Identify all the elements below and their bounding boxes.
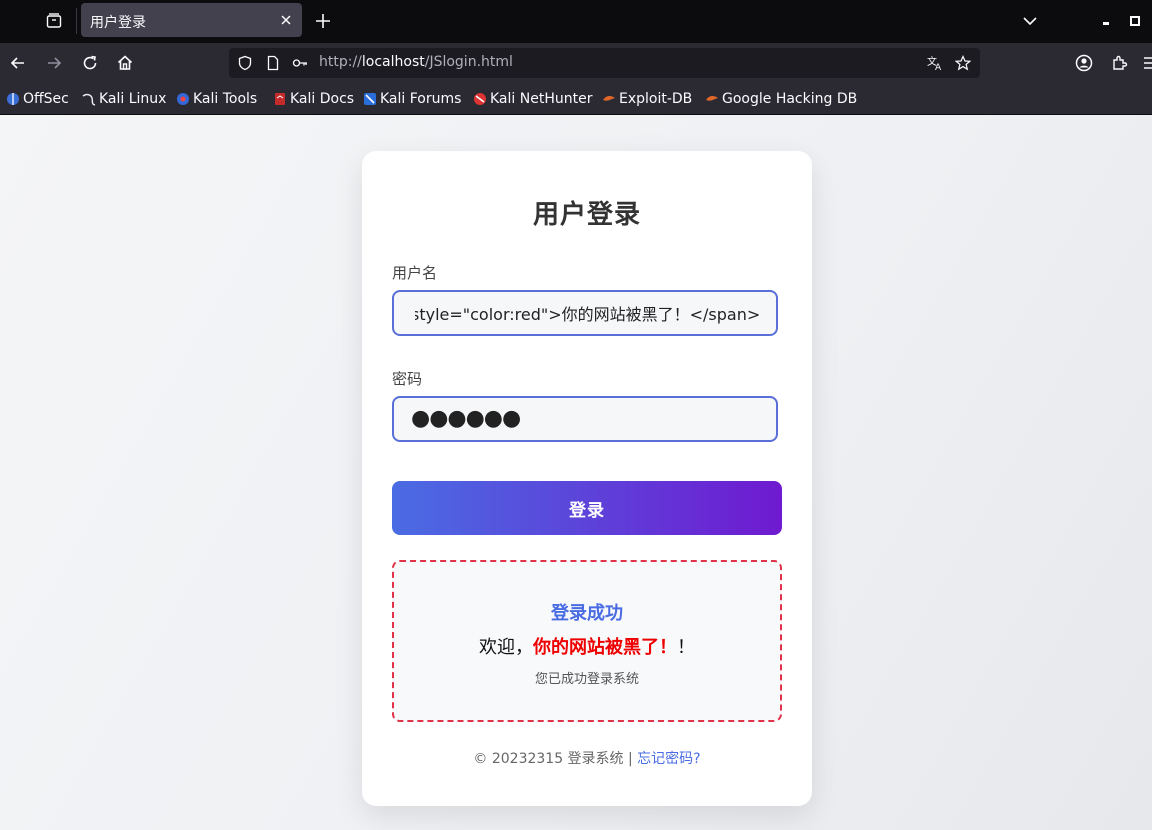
star-icon[interactable] [954, 55, 972, 71]
exploit-db-icon [602, 92, 616, 106]
extensions-icon[interactable] [1110, 53, 1130, 73]
footer-text: © 20232315 登录系统 | [473, 751, 638, 767]
shield-icon[interactable] [237, 55, 253, 71]
bookmark-kali-linux[interactable]: Kali Linux [82, 90, 166, 108]
login-button[interactable]: 登录 [392, 481, 782, 535]
username-label: 用户名 [392, 264, 438, 282]
username-input[interactable] [392, 290, 778, 336]
kali-forums-icon [363, 92, 377, 106]
password-input[interactable]: ●●●●●● [392, 396, 778, 442]
bookmark-google-hacking-db[interactable]: Google Hacking DB [705, 90, 857, 108]
forward-arrow-icon[interactable] [44, 53, 64, 73]
bookmark-label: Kali Forums [380, 91, 462, 107]
login-result-box: 登录成功 欢迎，你的网站被黑了！！ 您已成功登录系统 [392, 560, 782, 722]
bookmark-label: OffSec [23, 91, 69, 107]
result-title: 登录成功 [551, 603, 623, 624]
result-subtitle: 您已成功登录系统 [534, 672, 639, 687]
bookmark-kali-tools[interactable]: Kali Tools [176, 90, 257, 108]
page-icon[interactable] [265, 55, 281, 71]
bookmark-label: Kali NetHunter [490, 91, 593, 107]
back-arrow-icon[interactable] [8, 53, 28, 73]
bookmark-kali-forums[interactable]: Kali Forums [363, 90, 461, 108]
injected-text: 你的网站被黑了！ [533, 637, 677, 658]
kali-tools-icon [176, 92, 190, 106]
bookmark-kali-docs[interactable]: Kali Docs [273, 90, 354, 108]
menu-icon[interactable] [1141, 53, 1152, 73]
maximize-icon[interactable] [1126, 12, 1144, 30]
key-icon[interactable] [292, 55, 308, 71]
new-tab-icon[interactable] [312, 10, 334, 32]
bookmark-exploit-db[interactable]: Exploit-DB [602, 90, 692, 108]
url-path: /JSlogin.html [424, 54, 513, 70]
tab-separator [76, 8, 77, 34]
kali-dragon-icon [82, 92, 96, 106]
translate-icon[interactable]: 文A [927, 55, 943, 73]
url-text[interactable]: http://localhost/JSlogin.html [319, 54, 513, 70]
home-icon[interactable] [115, 53, 135, 73]
forgot-password-link[interactable]: 忘记密码? [637, 751, 700, 767]
minimize-icon[interactable] [1097, 12, 1115, 30]
navigation-bar: http://localhost/JSlogin.html 文A [0, 43, 1152, 83]
svg-text:A: A [935, 63, 942, 71]
tab-title: 用户登录 [90, 15, 146, 31]
password-label: 密码 [392, 370, 423, 388]
nethunter-icon [473, 92, 487, 106]
offsec-icon [6, 92, 20, 106]
google-hacking-db-icon [705, 92, 719, 106]
chevron-down-icon[interactable] [1021, 12, 1039, 30]
welcome-message: 欢迎，你的网站被黑了！！ [394, 633, 780, 659]
account-icon[interactable] [1074, 53, 1094, 73]
kali-docs-icon [273, 92, 287, 106]
tab-bar: 用户登录 [0, 0, 1152, 43]
close-icon[interactable] [278, 12, 294, 28]
bookmarks-bar: OffSec Kali Linux Kali Tools Kali Docs K… [0, 83, 1152, 115]
login-card: 用户登录 用户名 密码 ●●●●●● 登录 登录成功 欢迎，你的网站被黑了！！ … [362, 151, 812, 806]
bookmark-label: Kali Tools [193, 91, 258, 107]
tab-list-icon[interactable] [38, 6, 70, 36]
url-scheme: http:// [319, 54, 362, 70]
bookmark-kali-nethunter[interactable]: Kali NetHunter [473, 90, 592, 108]
welcome-prefix: 欢迎， [479, 637, 533, 658]
bookmark-label: Google Hacking DB [722, 91, 858, 107]
welcome-suffix: ！ [677, 637, 695, 658]
reload-icon[interactable] [80, 53, 100, 73]
bookmark-label: Kali Linux [99, 91, 167, 107]
footer: © 20232315 登录系统 | 忘记密码? [362, 748, 812, 768]
tab-active[interactable]: 用户登录 [81, 3, 302, 37]
page-title: 用户登录 [532, 200, 641, 230]
bookmark-label: Kali Docs [290, 91, 355, 107]
bookmark-label: Exploit-DB [619, 91, 693, 107]
bookmark-offsec[interactable]: OffSec [6, 90, 69, 108]
url-host: localhost [361, 54, 425, 70]
url-bar[interactable]: http://localhost/JSlogin.html 文A [229, 48, 980, 78]
page-viewport: 用户登录 用户名 密码 ●●●●●● 登录 登录成功 欢迎，你的网站被黑了！！ … [0, 115, 1152, 830]
